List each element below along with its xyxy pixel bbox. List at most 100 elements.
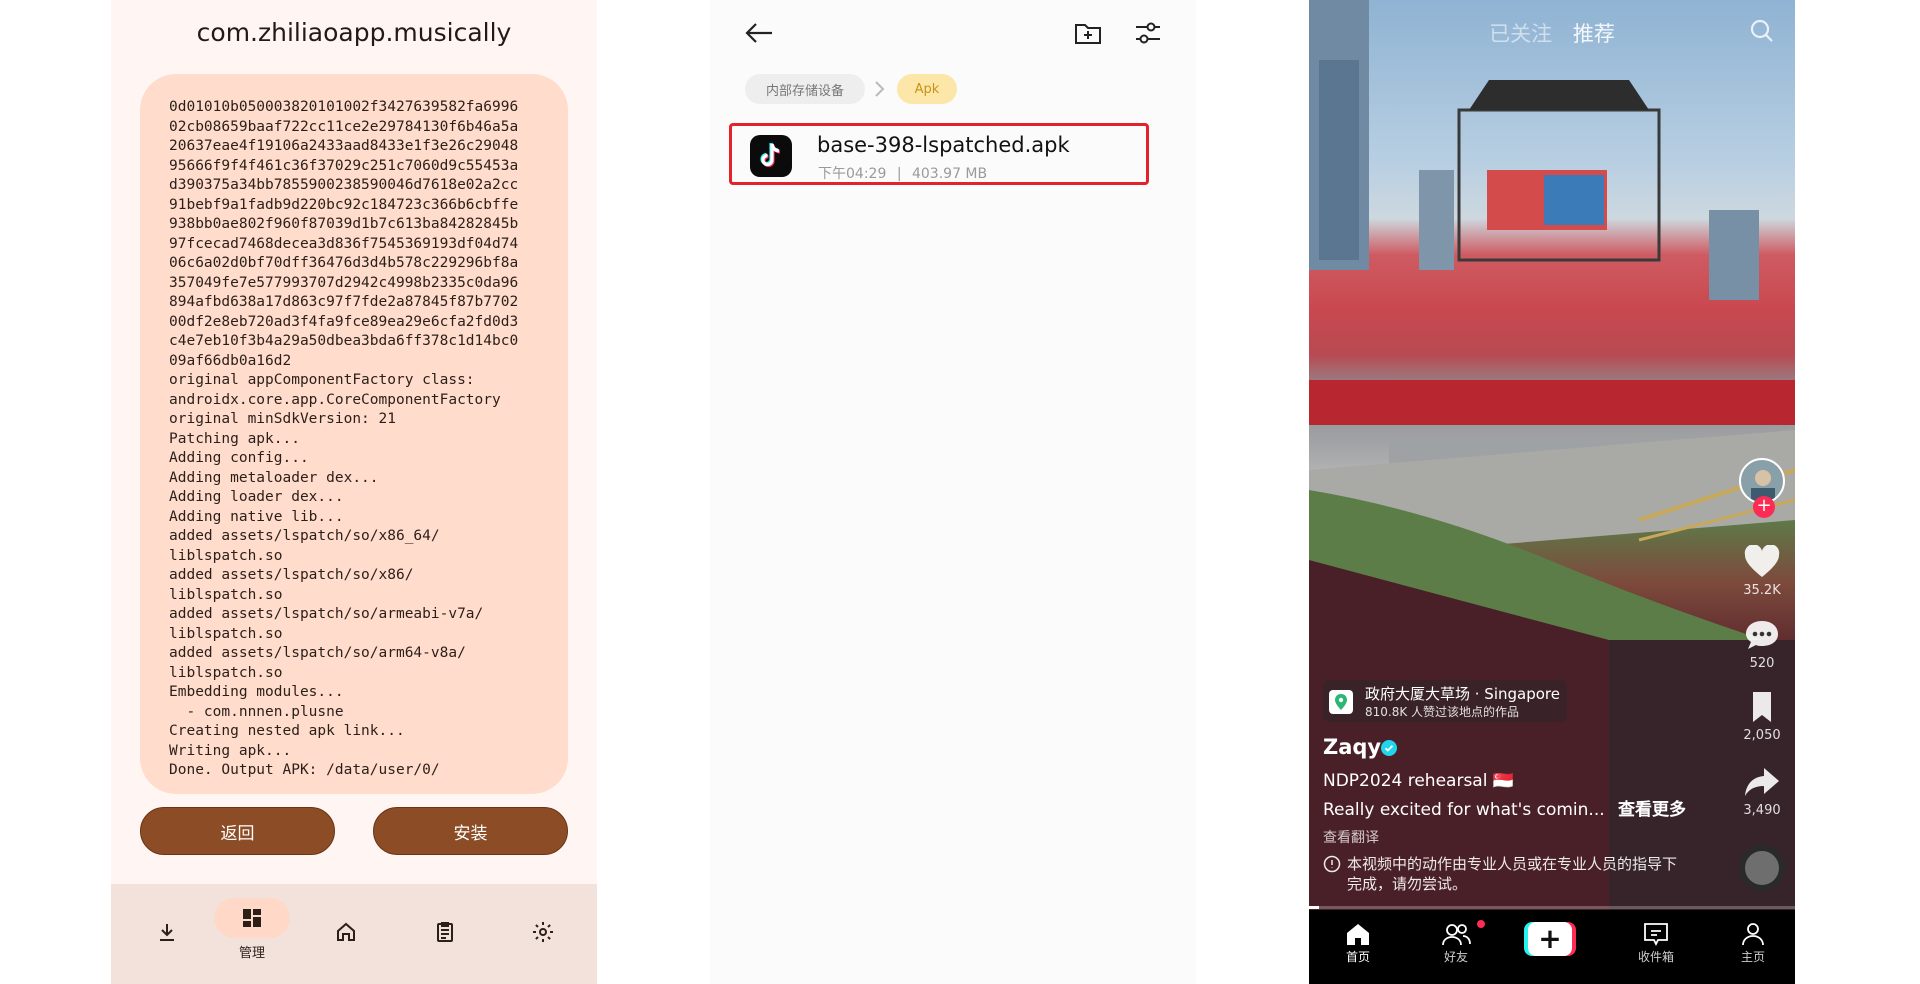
tab-following[interactable]: 已关注 (1489, 22, 1552, 46)
log-line: liblspatch.so (169, 586, 283, 603)
log-line: liblspatch.so (169, 547, 283, 564)
log-line: 02cb08659baaf722cc11ce2e29784130f6b46a5a (169, 118, 519, 135)
log-line: original minSdkVersion: 21 (169, 411, 396, 427)
tab-recommended[interactable]: 推荐 (1573, 22, 1615, 46)
logs-icon (437, 922, 453, 942)
log-line: Done. Output APK: /data/user/0/ (169, 762, 440, 778)
nav-inbox-label: 收件箱 (1637, 950, 1674, 964)
location-name: 政府大厦大草场 · Singapore (1365, 685, 1560, 703)
package-name: com.zhiliaoapp.musically (196, 18, 512, 47)
friends-icon (1442, 924, 1471, 946)
log-line: 97fcecad7468decea3d836f7545369193df04d74 (169, 235, 519, 252)
filter-icon[interactable] (1134, 20, 1162, 46)
log-line: added assets/lspatch/so/armeabi-v7a/ (169, 606, 484, 622)
nav-friends-tab[interactable]: 好友 (1426, 922, 1486, 965)
file-name: base-398-lspatched.apk (817, 133, 1070, 157)
create-button[interactable]: + (1524, 922, 1576, 956)
nav-profile-tab[interactable]: 主页 (1723, 922, 1783, 965)
tiktok-panel: 已关注 推荐 + 35.2K 520 2,050 3,490 政府大厦大草场 ·… (1309, 0, 1795, 984)
favorite-count: 2,050 (1743, 728, 1781, 743)
file-manager-panel: 内部存储设备 Apk base-398-lspatched.apk 下午04:2… (710, 0, 1196, 984)
file-meta-separator: | (896, 166, 902, 182)
nav-logs[interactable] (413, 884, 477, 984)
translate-link[interactable]: 查看翻译 (1323, 827, 1379, 847)
nav-manage-label: 管理 (238, 946, 265, 961)
caption-text: Really excited for what's comin... (1323, 800, 1605, 820)
nav-download[interactable] (135, 884, 199, 984)
music-disc[interactable] (1739, 845, 1785, 891)
log-line: Writing apk... (169, 742, 292, 759)
patch-log[interactable]: 0d01010b050003820101002f3427639582fa6996… (140, 74, 568, 794)
log-line: 0d01010b050003820101002f3427639582fa6996 (169, 99, 519, 115)
nav-home-tab[interactable]: 首页 (1328, 922, 1388, 965)
share-button[interactable]: 3,490 (1735, 765, 1789, 818)
log-line: Embedding modules... (169, 684, 344, 700)
location-tag[interactable]: 政府大厦大草场 · Singapore 810.8K 人赞过该地点的作品 (1323, 680, 1567, 722)
video-progress-fill (1309, 906, 1319, 909)
file-row-selected[interactable]: base-398-lspatched.apk 下午04:29 | 403.97 … (729, 123, 1149, 185)
log-line: original appComponentFactory class: (169, 372, 475, 388)
log-line: Patching apk... (169, 430, 300, 447)
breadcrumb-internal-storage[interactable]: 内部存储设备 (745, 74, 865, 104)
video-player[interactable]: 已关注 推荐 + 35.2K 520 2,050 3,490 政府大厦大草场 ·… (1309, 0, 1795, 910)
back-button[interactable]: 返回 (140, 807, 335, 855)
nav-friends-label: 好友 (1443, 950, 1468, 964)
log-line: androidx.core.app.CoreComponentFactory (169, 391, 501, 408)
log-line: 00df2e8eb720ad3f4fa9fce89ea29e6cfa2fd0d3 (169, 313, 519, 330)
nav-manage[interactable]: 管理 (214, 884, 290, 984)
see-more-link[interactable]: 查看更多 (1618, 800, 1686, 820)
feed-tabs: 已关注 推荐 (1309, 18, 1795, 48)
nav-profile-label: 主页 (1740, 950, 1765, 964)
file-size: 403.97 MB (911, 166, 988, 182)
log-line: 894afbd638a17d863c97f7fde2a87845f87b7702 (169, 294, 519, 310)
safety-warning: 本视频中的动作由专业人员或在专业人员的指导下完成，请勿尝试。 (1347, 855, 1678, 893)
tiktok-app-icon (750, 135, 792, 177)
nav-settings[interactable] (511, 884, 575, 984)
log-line: Creating nested apk link... (169, 723, 405, 739)
comment-count: 520 (1749, 656, 1775, 671)
plus-icon: + (1538, 922, 1562, 955)
log-line: 357049fe7e577993707d2942c4998b2335c0da96 (169, 274, 519, 291)
log-line: added assets/lspatch/so/x86_64/ (169, 528, 440, 544)
follow-plus-button[interactable]: + (1753, 496, 1775, 518)
lspatch-panel: com.zhiliaoapp.musically 0d01010b0500038… (111, 0, 597, 984)
download-icon (160, 924, 174, 941)
caption-line-1: NDP2024 rehearsal 🇸🇬 (1323, 771, 1515, 791)
file-meta: 下午04:29 | 403.97 MB (818, 163, 987, 183)
comment-button[interactable]: 520 (1735, 618, 1789, 671)
location-pin-icon (1329, 690, 1353, 714)
log-line: 91bebf9a1fadb9d220bc92c184723c366b6cbffe (169, 196, 519, 213)
home-icon (1347, 924, 1369, 945)
like-button[interactable]: 35.2K (1735, 545, 1789, 598)
comment-icon (1746, 621, 1778, 649)
log-line: d390375a34bb7855900238590046d7618e02a2cc (169, 177, 519, 193)
breadcrumb-apk[interactable]: Apk (897, 74, 957, 104)
home-icon (337, 922, 355, 941)
log-line: 95666f9f4f461c36f37029c251c7060d9c55453a (169, 157, 519, 174)
favorite-button[interactable]: 2,050 (1735, 690, 1789, 743)
settings-icon (533, 922, 553, 942)
log-line: liblspatch.so (169, 625, 283, 642)
back-arrow-icon[interactable] (744, 20, 774, 46)
search-icon[interactable] (1749, 18, 1775, 44)
nav-inbox-tab[interactable]: 收件箱 (1626, 922, 1686, 965)
warning-icon (1323, 855, 1341, 873)
log-line: 20637eae4f19106a2433aad8433e1f3e26c29048 (169, 138, 519, 154)
nav-home[interactable] (314, 884, 378, 984)
log-line: Adding native lib... (169, 508, 344, 525)
log-line: Adding config... (169, 450, 309, 466)
log-line: Adding loader dex... (169, 489, 344, 505)
author-name[interactable]: Zaqy (1323, 735, 1381, 759)
log-line: added assets/lspatch/so/x86/ (169, 567, 414, 583)
new-folder-icon[interactable] (1074, 20, 1102, 46)
location-subtitle: 810.8K 人赞过该地点的作品 (1365, 705, 1520, 719)
log-line: - com.nnnen.plusne (169, 703, 344, 720)
bookmark-icon (1753, 692, 1771, 722)
verified-badge-icon (1381, 740, 1397, 756)
inbox-icon (1644, 923, 1668, 946)
video-progress[interactable] (1309, 906, 1795, 909)
install-button[interactable]: 安装 (373, 807, 568, 855)
log-line: 06c6a02d0bf70dff36476d3d4b578c229296bf8a (169, 255, 519, 271)
patch-log-text: 0d01010b050003820101002f3427639582fa6996… (169, 98, 554, 781)
heart-icon (1744, 545, 1780, 577)
